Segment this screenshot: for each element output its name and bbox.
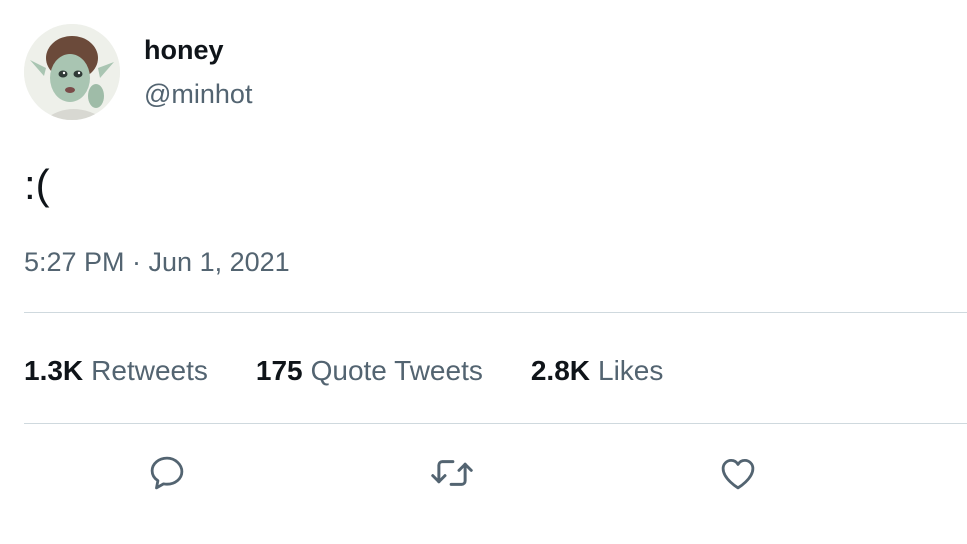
author-names: honey @minhot (144, 33, 252, 111)
comment-icon (150, 456, 184, 490)
like-button[interactable] (713, 448, 763, 498)
retweets-stat[interactable]: 1.3K Retweets (24, 351, 208, 391)
divider (24, 423, 967, 424)
tweet-detail: honey @minhot :( 5:27 PM · Jun 1, 2021 1… (0, 0, 967, 544)
quote-tweets-label: Quote Tweets (310, 355, 483, 386)
retweets-count: 1.3K (24, 355, 84, 386)
likes-stat[interactable]: 2.8K Likes (531, 351, 664, 391)
likes-label: Likes (598, 355, 664, 386)
retweets-label: Retweets (91, 355, 208, 386)
tweet-header: honey @minhot (24, 24, 252, 120)
retweet-button[interactable] (427, 448, 477, 498)
action-bar (0, 448, 967, 498)
avatar[interactable] (24, 24, 120, 120)
tweet-timestamp[interactable]: 5:27 PM · Jun 1, 2021 (24, 244, 290, 280)
quote-tweets-stat[interactable]: 175 Quote Tweets (256, 351, 483, 391)
avatar-image (24, 24, 120, 120)
likes-count: 2.8K (530, 355, 591, 386)
tweet-text: :( (24, 161, 50, 208)
reply-button[interactable] (142, 448, 192, 498)
user-handle[interactable]: @minhot (144, 77, 252, 111)
tweet-stats: 1.3K Retweets 175 Quote Tweets 2.8K Like… (24, 351, 663, 391)
quote-tweets-count: 175 (255, 355, 303, 386)
divider (24, 312, 967, 313)
display-name[interactable]: honey (144, 33, 252, 67)
heart-icon (721, 459, 755, 490)
retweet-icon (431, 460, 473, 486)
